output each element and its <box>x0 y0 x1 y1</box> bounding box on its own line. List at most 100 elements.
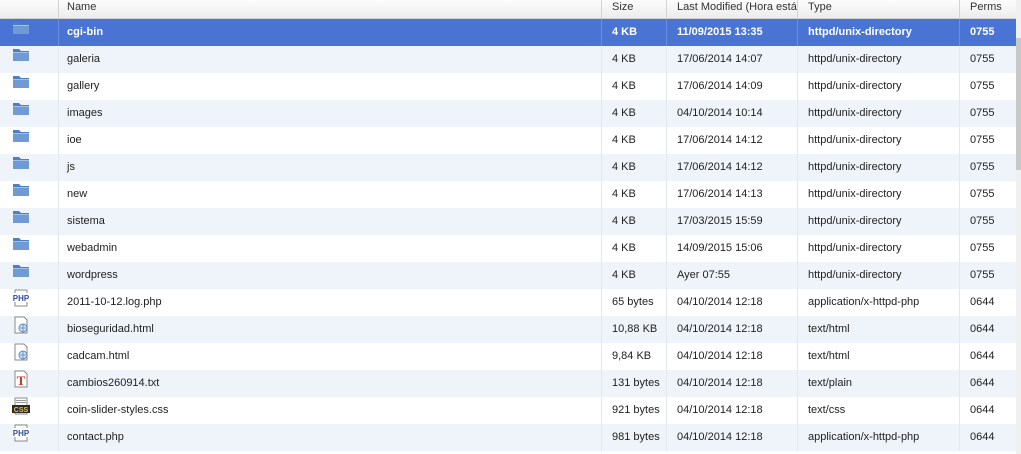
folder-icon <box>12 154 30 181</box>
vertical-scrollbar[interactable] <box>1016 0 1021 454</box>
file-row[interactable]: wordpress 4 KB Ayer 07:55 httpd/unix-direct… <box>0 262 1016 289</box>
file-type: text/css <box>797 397 959 424</box>
file-name[interactable]: new <box>58 181 601 208</box>
file-name[interactable]: coin-slider-styles.css <box>58 397 601 424</box>
file-row[interactable]: cadcam.html 9,84 KB 04/10/2014 12:18 text/h… <box>0 343 1016 370</box>
file-icon-cell[interactable] <box>0 100 58 127</box>
svg-text:T: T <box>17 373 26 388</box>
php-file-icon: PHP <box>12 424 30 451</box>
file-size: 4 KB <box>601 235 666 262</box>
file-icon-cell[interactable] <box>0 316 58 343</box>
file-icon-cell[interactable] <box>0 181 58 208</box>
file-size: 981 bytes <box>601 424 666 451</box>
file-size: 4 KB <box>601 154 666 181</box>
file-type: httpd/unix-directory <box>797 73 959 100</box>
file-last-modified: 11/09/2015 13:35 <box>666 19 797 46</box>
file-row[interactable]: sistema 4 KB 17/03/2015 15:59 httpd/unix-di… <box>0 208 1016 235</box>
file-icon-cell[interactable] <box>0 208 58 235</box>
file-last-modified: 17/03/2015 15:59 <box>666 208 797 235</box>
html-file-icon <box>12 343 30 370</box>
folder-icon <box>12 46 30 73</box>
file-type: text/plain <box>797 370 959 397</box>
folder-icon <box>12 235 30 262</box>
file-perms: 0755 <box>959 73 1016 100</box>
file-name[interactable]: bioseguridad.html <box>58 316 601 343</box>
file-perms: 0644 <box>959 343 1016 370</box>
file-manager-grid: Name Size Last Modified (Hora está Type … <box>0 0 1021 454</box>
file-icon-cell[interactable] <box>0 154 58 181</box>
file-size: 4 KB <box>601 19 666 46</box>
file-name[interactable]: images <box>58 100 601 127</box>
file-icon-cell[interactable] <box>0 262 58 289</box>
file-last-modified: 04/10/2014 12:18 <box>666 343 797 370</box>
file-row[interactable]: ioe 4 KB 17/06/2014 14:12 httpd/unix-direct… <box>0 127 1016 154</box>
file-perms: 0644 <box>959 289 1016 316</box>
svg-text:CSS: CSS <box>14 407 29 414</box>
file-name[interactable]: contact.php <box>58 424 601 451</box>
file-row[interactable]: images 4 KB 04/10/2014 10:14 httpd/unix-dir… <box>0 100 1016 127</box>
file-size: 9,84 KB <box>601 343 666 370</box>
file-last-modified: 17/06/2014 14:09 <box>666 73 797 100</box>
file-icon-cell[interactable] <box>0 343 58 370</box>
header-perms[interactable]: Perms <box>959 0 1016 18</box>
file-row[interactable]: gallery 4 KB 17/06/2014 14:09 httpd/unix-di… <box>0 73 1016 100</box>
folder-icon <box>12 127 30 154</box>
scrollbar-thumb[interactable] <box>1016 38 1021 170</box>
header-size[interactable]: Size <box>601 0 666 18</box>
file-name[interactable]: ioe <box>58 127 601 154</box>
file-size: 4 KB <box>601 208 666 235</box>
file-icon-cell[interactable] <box>0 127 58 154</box>
file-icon-cell[interactable]: PHP <box>0 424 58 451</box>
file-size: 4 KB <box>601 127 666 154</box>
file-perms: 0755 <box>959 154 1016 181</box>
file-name[interactable]: cadcam.html <box>58 343 601 370</box>
file-type: httpd/unix-directory <box>797 46 959 73</box>
file-row[interactable]: PHP 2011-10-12.log.php 65 bytes 04/10/2014 … <box>0 289 1016 316</box>
file-perms: 0755 <box>959 100 1016 127</box>
file-row[interactable]: webadmin 4 KB 14/09/2015 15:06 httpd/unix-d… <box>0 235 1016 262</box>
file-icon-cell[interactable] <box>0 73 58 100</box>
folder-icon <box>12 208 30 235</box>
file-name[interactable]: wordpress <box>58 262 601 289</box>
file-name[interactable]: cambios260914.txt <box>58 370 601 397</box>
file-row[interactable]: js 4 KB 17/06/2014 14:12 httpd/unix-directo… <box>0 154 1016 181</box>
file-name[interactable]: cgi-bin <box>58 19 601 46</box>
file-row[interactable]: PHP contact.php 981 bytes 04/10/2014 12:18 a… <box>0 424 1016 451</box>
header-name[interactable]: Name <box>58 0 601 18</box>
file-name[interactable]: 2011-10-12.log.php <box>58 289 601 316</box>
file-perms: 0755 <box>959 46 1016 73</box>
php-file-icon: PHP <box>12 289 30 316</box>
file-icon-cell[interactable]: T <box>0 370 58 397</box>
file-icon-cell[interactable]: PHP <box>0 289 58 316</box>
file-size: 4 KB <box>601 73 666 100</box>
file-last-modified: 17/06/2014 14:12 <box>666 154 797 181</box>
file-row[interactable]: bioseguridad.html 10,88 KB 04/10/2014 12:1… <box>0 316 1016 343</box>
file-size: 131 bytes <box>601 370 666 397</box>
file-size: 4 KB <box>601 262 666 289</box>
file-icon-cell[interactable] <box>0 19 58 46</box>
file-name[interactable]: galeria <box>58 46 601 73</box>
header-icon[interactable] <box>0 0 58 18</box>
header-last-modified[interactable]: Last Modified (Hora está <box>666 0 797 18</box>
file-row[interactable]: Tcambios260914.txt 131 bytes 04/10/2014 12… <box>0 370 1016 397</box>
header-type[interactable]: Type <box>797 0 959 18</box>
file-row[interactable]: cgi-bin 4 KB 11/09/2015 13:35 httpd/unix-di… <box>0 19 1016 46</box>
file-type: httpd/unix-directory <box>797 181 959 208</box>
file-type: application/x-httpd-php <box>797 424 959 451</box>
file-size: 4 KB <box>601 46 666 73</box>
file-row[interactable]: galeria 4 KB 17/06/2014 14:07 httpd/unix-di… <box>0 46 1016 73</box>
file-name[interactable]: js <box>58 154 601 181</box>
file-row[interactable]: new 4 KB 17/06/2014 14:13 httpd/unix-direct… <box>0 181 1016 208</box>
file-perms: 0644 <box>959 316 1016 343</box>
file-icon-cell[interactable] <box>0 235 58 262</box>
file-name[interactable]: gallery <box>58 73 601 100</box>
file-list: cgi-bin 4 KB 11/09/2015 13:35 httpd/unix-di… <box>0 19 1016 451</box>
file-last-modified: 04/10/2014 12:18 <box>666 316 797 343</box>
file-name[interactable]: webadmin <box>58 235 601 262</box>
file-name[interactable]: sistema <box>58 208 601 235</box>
file-last-modified: 04/10/2014 12:18 <box>666 424 797 451</box>
file-row[interactable]: CSS coin-slider-styles.css 921 bytes 04/10/… <box>0 397 1016 424</box>
file-icon-cell[interactable]: CSS <box>0 397 58 424</box>
file-icon-cell[interactable] <box>0 46 58 73</box>
file-last-modified: 04/10/2014 12:18 <box>666 397 797 424</box>
